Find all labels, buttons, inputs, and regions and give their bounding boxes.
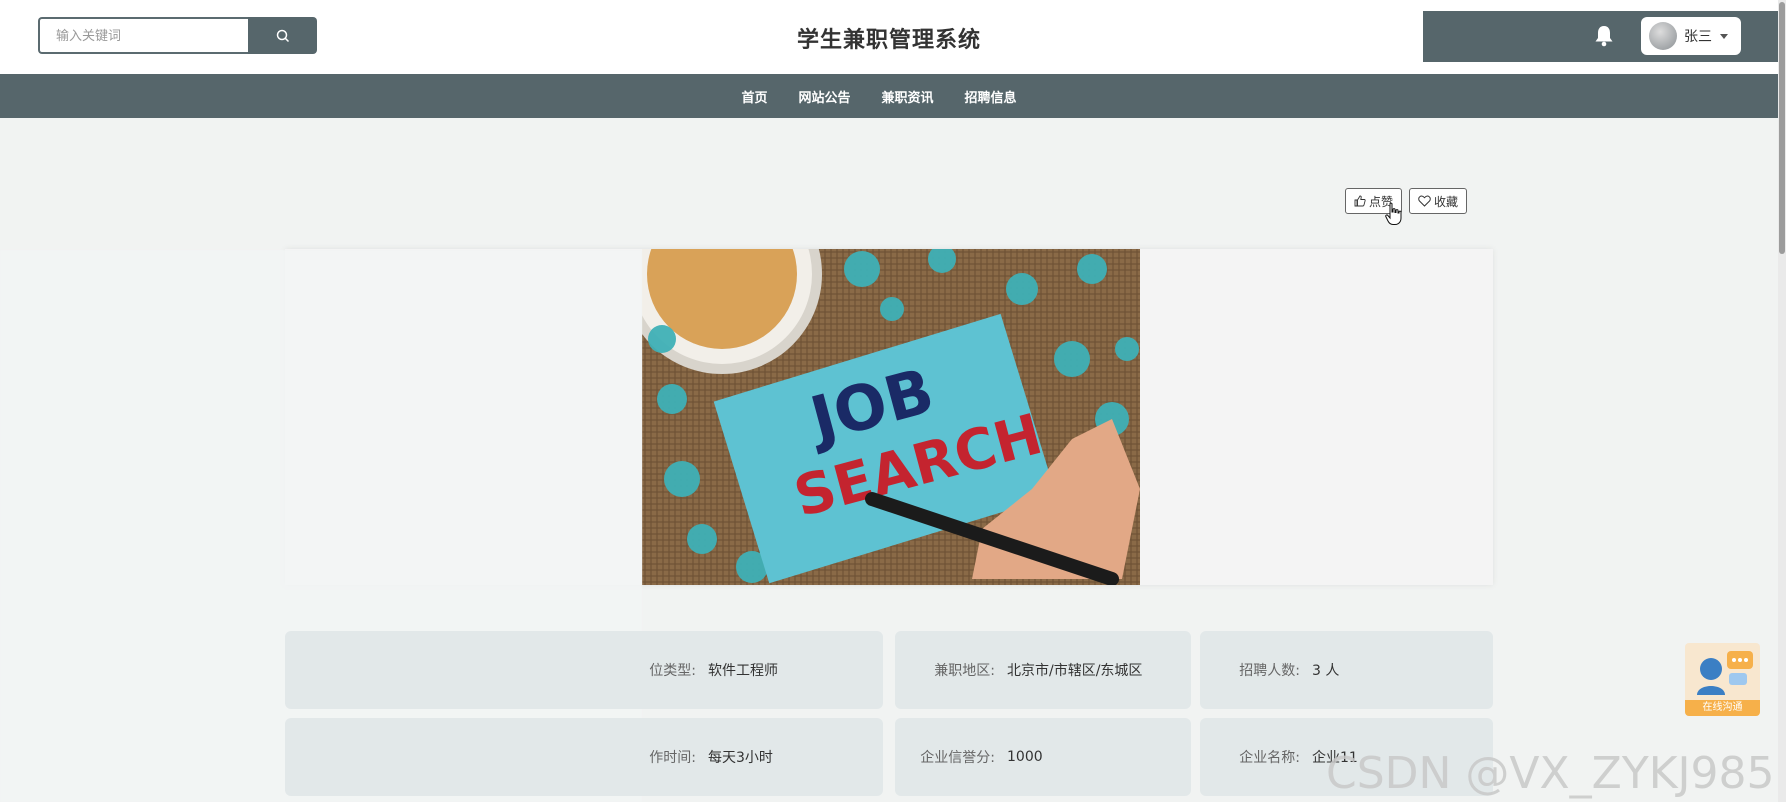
chevron-down-icon [1720,33,1728,39]
detail-credit-score: 企业信誉分: 1000 [895,718,1191,796]
nav-item-news[interactable]: 兼职资讯 [882,87,934,106]
detail-label: 招聘人数: [1239,663,1300,679]
thumbs-up-icon [1354,195,1366,207]
detail-headcount: 招聘人数: 3 人 [1200,631,1493,709]
scroll-thumb[interactable] [1779,2,1785,254]
detail-value: 3 人 [1312,663,1340,679]
detail-value: 软件工程师 [708,663,778,679]
heart-icon [1418,195,1431,207]
detail-label: 作时间: [649,750,696,766]
favorite-button[interactable]: 收藏 [1409,188,1468,214]
detail-region: 兼职地区: 北京市/市辖区/东城区 [895,631,1191,709]
detail-value: 1000 [1007,749,1043,765]
detail-label: 位类型: [649,663,696,679]
user-name: 张三 [1684,29,1712,45]
top-header: 学生兼职管理系统 张三 [0,0,1778,74]
detail-label: 企业名称: [1239,750,1300,766]
nav-item-home[interactable]: 首页 [741,87,767,106]
hand-cursor-icon [1385,202,1402,225]
customer-service-icon [1697,651,1753,695]
avatar [1649,22,1677,50]
favorite-label: 收藏 [1434,194,1459,209]
scrollbar[interactable] [1778,0,1786,802]
detail-label: 兼职地区: [934,663,995,679]
chat-label: 在线沟通 [1685,700,1760,716]
banner-image[interactable]: JOB SEARCH [642,249,1140,585]
online-chat-widget[interactable]: 在线沟通 [1685,643,1760,716]
detail-work-time: 作时间: 每天3小时 [285,718,883,796]
detail-label: 企业信誉分: [920,750,995,766]
nav-item-announcements[interactable]: 网站公告 [798,87,850,106]
user-area: 张三 [1423,11,1778,62]
detail-value: 每天3小时 [708,750,773,766]
main-nav: 首页 网站公告 兼职资讯 招聘信息 [0,74,1778,118]
detail-job-type: 位类型: 软件工程师 [285,631,883,709]
bell-icon[interactable] [1591,23,1617,49]
nav-item-recruitment[interactable]: 招聘信息 [965,87,1017,106]
action-buttons: 点赞 收藏 [1345,188,1468,214]
watermark: CSDN @VX_ZYKJ985 [1326,748,1775,799]
detail-value: 北京市/市辖区/东城区 [1007,663,1143,679]
user-menu-button[interactable]: 张三 [1641,17,1741,55]
